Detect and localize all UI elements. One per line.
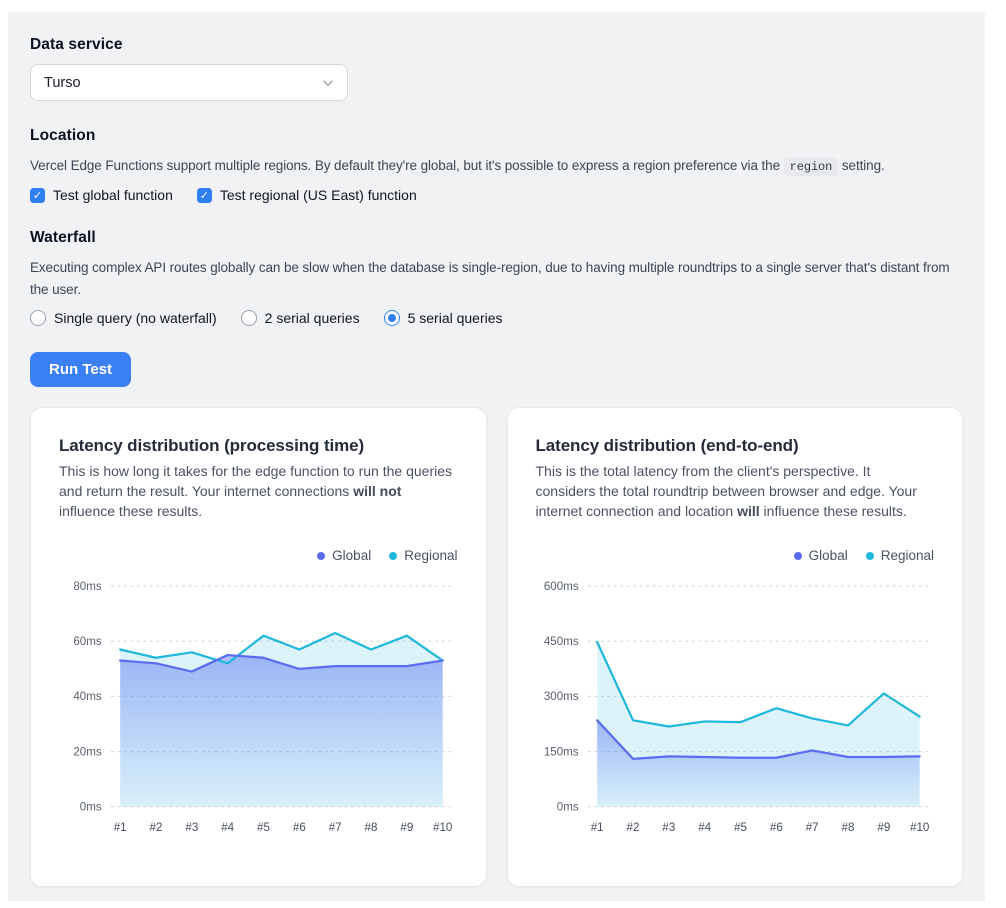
waterfall-description: Executing complex API routes globally ca… — [30, 257, 963, 300]
radio-label: 2 serial queries — [265, 310, 360, 326]
svg-text:#2: #2 — [626, 822, 639, 834]
svg-text:#3: #3 — [662, 822, 675, 834]
radio-icon[interactable] — [241, 310, 257, 326]
radio-label: Single query (no waterfall) — [54, 310, 217, 326]
radio-5-serial-queries[interactable]: 5 serial queries — [384, 310, 503, 326]
location-description: Vercel Edge Functions support multiple r… — [30, 155, 963, 177]
svg-text:#2: #2 — [150, 822, 163, 834]
svg-text:#1: #1 — [590, 822, 603, 834]
legend-item-regional: Regional — [389, 548, 457, 563]
svg-text:#9: #9 — [877, 822, 890, 834]
chart-description-post: influence these results. — [760, 503, 907, 519]
checkbox-test-regional-function[interactable]: ✓ Test regional (US East) function — [197, 187, 417, 203]
waterfall-heading: Waterfall — [30, 229, 963, 247]
legend-item-global: Global — [794, 548, 848, 563]
radio-label: 5 serial queries — [408, 310, 503, 326]
latency-chart-end-to-end: 0ms 150ms 300ms 450ms 600ms #1 #2 #3 #4 #5 #6 #7 #8 #… — [536, 575, 935, 840]
chart-title: Latency distribution (processing time) — [59, 436, 458, 456]
svg-text:450ms: 450ms — [543, 636, 578, 648]
svg-text:600ms: 600ms — [543, 581, 578, 593]
checkbox-test-global-function[interactable]: ✓ Test global function — [30, 187, 173, 203]
end-to-end-card: Latency distribution (end-to-end) This i… — [507, 407, 964, 887]
svg-text:#3: #3 — [185, 822, 198, 834]
chart-title: Latency distribution (end-to-end) — [536, 436, 935, 456]
data-service-heading: Data service — [30, 36, 963, 54]
region-code-chip: region — [784, 158, 839, 176]
chart-description-bold: will not — [353, 483, 401, 499]
svg-text:#7: #7 — [805, 822, 818, 834]
location-description-pre: Vercel Edge Functions support multiple r… — [30, 158, 784, 173]
legend-item-regional: Regional — [866, 548, 934, 563]
settings-panel: Data service Turso Location Vercel Edge … — [8, 12, 985, 901]
svg-text:40ms: 40ms — [73, 691, 102, 703]
svg-text:#8: #8 — [841, 822, 854, 834]
svg-text:#5: #5 — [734, 822, 747, 834]
data-service-select[interactable]: Turso — [30, 64, 348, 101]
run-test-button[interactable]: Run Test — [30, 352, 131, 387]
svg-text:80ms: 80ms — [73, 581, 102, 593]
processing-time-card: Latency distribution (processing time) T… — [30, 407, 487, 887]
radio-2-serial-queries[interactable]: 2 serial queries — [241, 310, 360, 326]
svg-text:#1: #1 — [114, 822, 127, 834]
svg-text:300ms: 300ms — [543, 691, 578, 703]
location-checkbox-row: ✓ Test global function ✓ Test regional (… — [30, 187, 963, 203]
chart-description: This is the total latency from the clien… — [536, 462, 935, 522]
legend-item-global: Global — [317, 548, 371, 563]
chart-description-post: influence these results. — [59, 503, 202, 519]
chart-legend: Global Regional — [536, 548, 935, 563]
checkbox-icon[interactable]: ✓ — [30, 188, 45, 203]
data-service-selected-value: Turso — [44, 75, 81, 91]
legend-dot-icon — [866, 552, 874, 560]
svg-text:0ms: 0ms — [80, 801, 102, 813]
svg-text:#4: #4 — [221, 822, 234, 834]
svg-text:#10: #10 — [433, 822, 452, 834]
svg-text:#6: #6 — [769, 822, 782, 834]
svg-text:#8: #8 — [365, 822, 378, 834]
chart-description-bold: will — [737, 503, 760, 519]
svg-text:150ms: 150ms — [543, 746, 578, 758]
svg-text:20ms: 20ms — [73, 746, 102, 758]
radio-icon[interactable] — [384, 310, 400, 326]
chevron-down-icon — [321, 76, 335, 90]
checkbox-label: Test regional (US East) function — [220, 187, 417, 203]
chart-description: This is how long it takes for the edge f… — [59, 462, 458, 522]
svg-text:#5: #5 — [257, 822, 270, 834]
legend-dot-icon — [794, 552, 802, 560]
checkbox-icon[interactable]: ✓ — [197, 188, 212, 203]
location-description-post: setting. — [838, 158, 884, 173]
svg-text:#4: #4 — [698, 822, 711, 834]
svg-text:60ms: 60ms — [73, 636, 102, 648]
svg-text:0ms: 0ms — [556, 801, 578, 813]
legend-dot-icon — [389, 552, 397, 560]
location-heading: Location — [30, 127, 963, 145]
radio-single-query[interactable]: Single query (no waterfall) — [30, 310, 217, 326]
legend-dot-icon — [317, 552, 325, 560]
chart-legend: Global Regional — [59, 548, 458, 563]
waterfall-radio-row: Single query (no waterfall) 2 serial que… — [30, 310, 963, 326]
svg-text:#7: #7 — [329, 822, 342, 834]
checkbox-label: Test global function — [53, 187, 173, 203]
radio-icon[interactable] — [30, 310, 46, 326]
latency-chart-processing: 0ms 20ms 40ms 60ms 80ms #1 #2 #3 #4 #5 #6 #7 #8 #9 #10 — [59, 575, 458, 840]
svg-text:#9: #9 — [400, 822, 413, 834]
svg-text:#6: #6 — [293, 822, 306, 834]
svg-text:#10: #10 — [910, 822, 929, 834]
charts-row: Latency distribution (processing time) T… — [30, 407, 963, 887]
